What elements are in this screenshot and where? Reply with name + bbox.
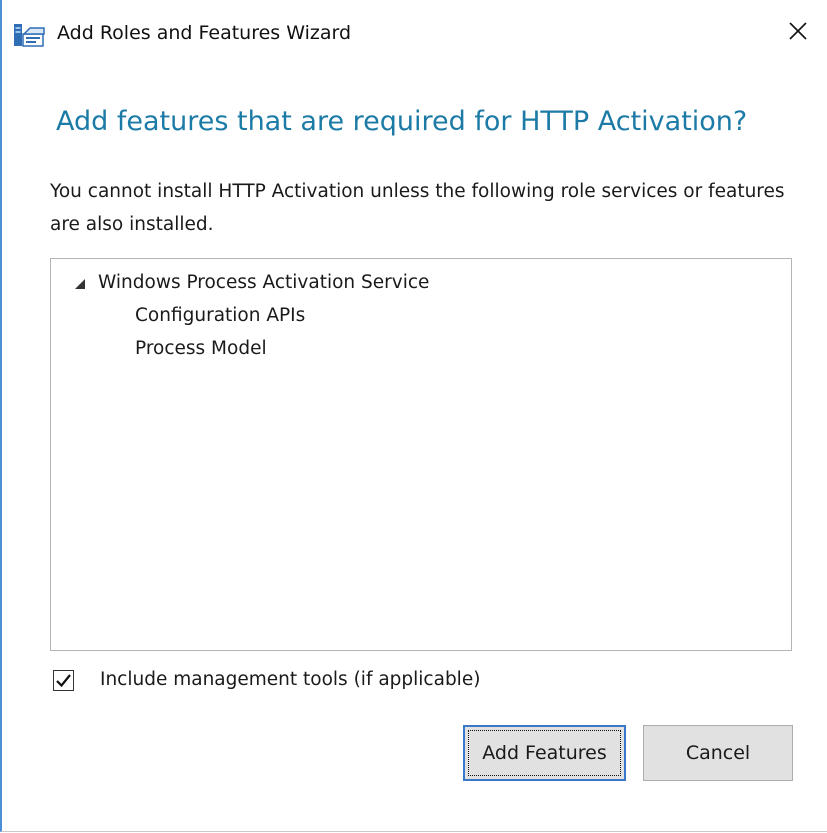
dialog-heading: Add features that are required for HTTP … xyxy=(56,106,748,137)
tree-item-windows-process-activation-service[interactable]: Windows Process Activation Service xyxy=(98,268,429,298)
checkmark-icon xyxy=(54,671,73,690)
wizard-window: Add Roles and Features Wizard Add featur… xyxy=(0,0,827,832)
title-bar[interactable]: Add Roles and Features Wizard xyxy=(2,0,827,68)
include-management-tools-checkbox[interactable] xyxy=(53,670,74,691)
close-icon xyxy=(788,21,808,45)
tree-item-process-model[interactable]: Process Model xyxy=(135,334,267,364)
server-manager-icon xyxy=(13,22,49,48)
required-features-tree[interactable]: Windows Process Activation Service Confi… xyxy=(50,258,792,651)
expanded-triangle-icon[interactable] xyxy=(73,276,87,290)
window-title: Add Roles and Features Wizard xyxy=(57,22,352,44)
tree-item-configuration-apis[interactable]: Configuration APIs xyxy=(135,301,305,331)
dialog-description: You cannot install HTTP Activation unles… xyxy=(50,181,785,235)
cancel-button[interactable]: Cancel xyxy=(643,725,793,781)
include-management-tools-label[interactable]: Include management tools (if applicable) xyxy=(100,665,480,695)
add-features-label: Add Features xyxy=(482,742,607,764)
add-features-button[interactable]: Add Features xyxy=(463,725,626,781)
close-button[interactable] xyxy=(775,12,821,54)
cancel-label: Cancel xyxy=(685,742,751,764)
